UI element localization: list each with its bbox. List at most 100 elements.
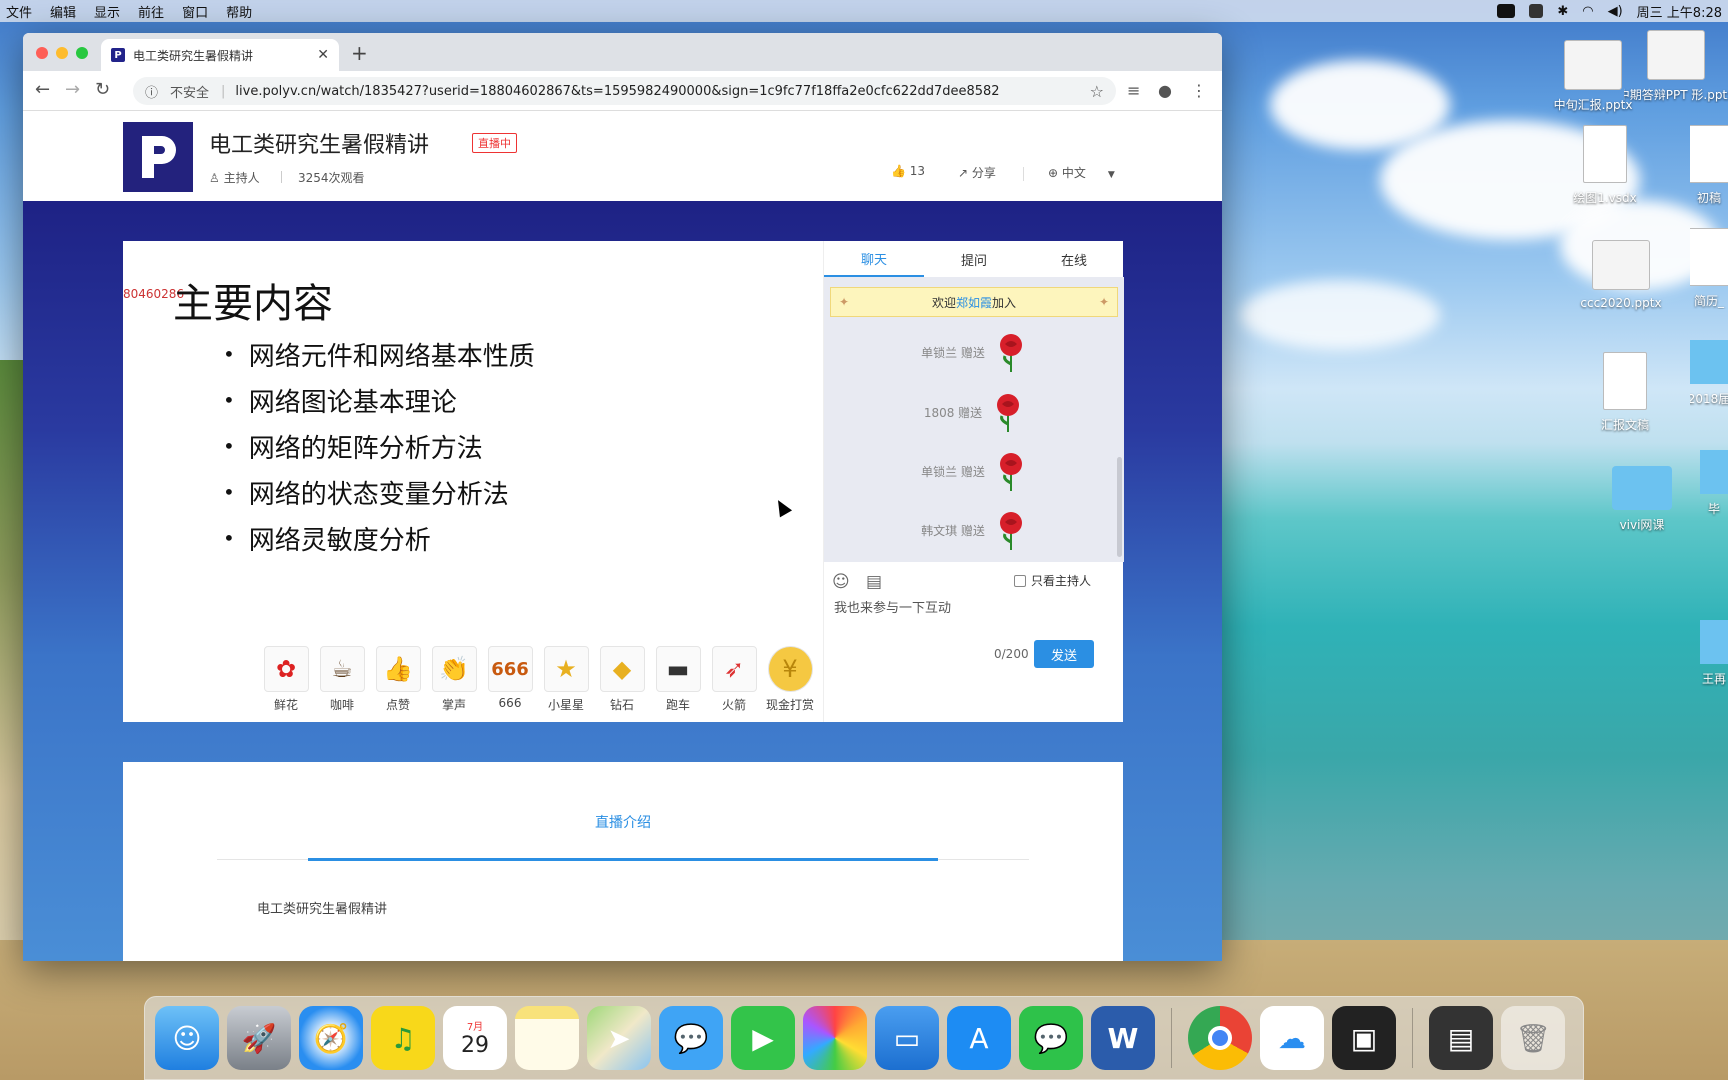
- polyv-favicon-icon: P: [111, 48, 125, 62]
- like-count: 13: [909, 164, 926, 178]
- trash-icon[interactable]: 🗑: [1501, 1006, 1565, 1070]
- launchpad-icon[interactable]: 🚀: [227, 1006, 291, 1070]
- desktop-file[interactable]: 绘图1.vsdx: [1550, 125, 1660, 206]
- menu-help[interactable]: 帮助: [226, 2, 252, 21]
- gift-thumbs[interactable]: 👍 点赞: [375, 646, 421, 713]
- maps-icon[interactable]: ➤: [587, 1006, 651, 1070]
- thumbs-up-icon: 👍: [375, 646, 421, 692]
- gift-label: 现金打赏: [766, 698, 815, 712]
- globe-icon: ⊕: [1048, 166, 1062, 180]
- notes-icon[interactable]: ▤: [866, 572, 882, 592]
- send-button[interactable]: 发送: [1034, 640, 1094, 668]
- address-bar[interactable]: ⓘ 不安全 | live.polyv.cn/watch/1835427?user…: [133, 77, 1116, 105]
- input-method-icon[interactable]: [1529, 4, 1544, 18]
- volume-icon[interactable]: ◀): [1608, 4, 1623, 19]
- media-control-icon[interactable]: ≡: [1127, 81, 1140, 100]
- document-icon: [1603, 352, 1647, 410]
- close-tab-icon[interactable]: ✕: [317, 47, 329, 63]
- desktop-file[interactable]: 初稿: [1690, 125, 1728, 206]
- calendar-icon[interactable]: 7月 29: [443, 1006, 507, 1070]
- close-window-button[interactable]: [36, 47, 48, 59]
- welcome-name: 郑如霞: [955, 295, 992, 310]
- tab-questions[interactable]: 提问: [924, 241, 1024, 277]
- clock[interactable]: 周三 上午8:28: [1637, 2, 1722, 21]
- desktop-folder[interactable]: 毕: [1700, 450, 1728, 517]
- wechat-icon[interactable]: 💬: [1019, 1006, 1083, 1070]
- word-icon[interactable]: W: [1091, 1006, 1155, 1070]
- baidu-netdisk-icon[interactable]: ☁: [1260, 1006, 1324, 1070]
- six-six-six-icon: 666: [487, 646, 533, 692]
- gift-coffee[interactable]: ☕ 咖啡: [319, 646, 365, 713]
- desktop-folder[interactable]: 王再: [1700, 620, 1728, 687]
- video-editor-icon[interactable]: ▤: [1429, 1006, 1493, 1070]
- web-page: 电工类研究生暑假精讲 直播中 ♙ 主持人 3254次观看 👍 13 ↗ 分享 ⊕…: [23, 111, 1222, 961]
- forward-icon[interactable]: →: [65, 79, 80, 100]
- keynote-icon[interactable]: ▭: [875, 1006, 939, 1070]
- back-icon[interactable]: ←: [35, 79, 50, 100]
- document-icon: [1690, 125, 1728, 183]
- finder-icon[interactable]: ☺: [155, 1006, 219, 1070]
- gift-star[interactable]: ★ 小星星: [543, 646, 589, 713]
- menu-file[interactable]: 文件: [6, 2, 32, 21]
- gift-label: 咖啡: [329, 698, 354, 712]
- facetime-icon[interactable]: ▶: [731, 1006, 795, 1070]
- gift-cash[interactable]: ¥ 现金打赏: [766, 646, 815, 713]
- desktop-file[interactable]: 汇报文稿: [1570, 352, 1680, 433]
- messages-icon[interactable]: 💬: [659, 1006, 723, 1070]
- desktop-file[interactable]: 2018届: [1690, 340, 1728, 407]
- emoji-icon[interactable]: ☺: [832, 572, 850, 592]
- menu-go[interactable]: 前往: [138, 2, 164, 21]
- language-select[interactable]: ⊕ 中文 ▼: [1048, 164, 1115, 181]
- only-host-toggle[interactable]: 只看主持人: [1014, 572, 1091, 589]
- menu-window[interactable]: 窗口: [182, 2, 208, 21]
- coin-icon: ¥: [767, 646, 813, 692]
- checkbox[interactable]: [1014, 574, 1026, 587]
- gift-diamond[interactable]: ◆ 钻石: [599, 646, 645, 713]
- desktop-folder[interactable]: vivi网课: [1587, 466, 1697, 533]
- tab-chat[interactable]: 聊天: [824, 241, 924, 277]
- gift-clap[interactable]: 👏 掌声: [431, 646, 477, 713]
- menu-view[interactable]: 显示: [94, 2, 120, 21]
- chat-panel: 聊天 提问 在线 ✦ 欢迎 郑如霞 加入 ✦ 单锁兰 赠送 1808 赠送 单锁…: [823, 241, 1124, 722]
- desktop-file[interactable]: ccc2020.pptx: [1566, 240, 1676, 310]
- zoom-window-button[interactable]: [76, 47, 88, 59]
- chrome-icon[interactable]: [1188, 1006, 1252, 1070]
- photos-icon[interactable]: [803, 1006, 867, 1070]
- bluetooth-icon[interactable]: ✱: [1557, 4, 1568, 19]
- more-menu-icon[interactable]: ⋮: [1191, 81, 1207, 100]
- new-tab-icon[interactable]: +: [351, 41, 368, 65]
- chat-scrollbar[interactable]: [1117, 457, 1122, 557]
- gift-rocket[interactable]: ➶ 火箭: [711, 646, 757, 713]
- gift-666[interactable]: 666 666: [487, 646, 533, 713]
- desktop-file[interactable]: 中期答辩PPT 形.pptx: [1624, 30, 1728, 103]
- chat-input[interactable]: 我也来参与一下互动: [834, 597, 951, 616]
- tab-online[interactable]: 在线: [1024, 241, 1124, 277]
- like-button[interactable]: 👍 13: [891, 164, 925, 178]
- app-store-icon[interactable]: A: [947, 1006, 1011, 1070]
- tencent-meeting-icon[interactable]: ▣: [1332, 1006, 1396, 1070]
- desktop-file-label: 中期答辩PPT 形.pptx: [1624, 88, 1728, 102]
- desktop-file[interactable]: 简历_: [1690, 228, 1728, 309]
- safari-icon[interactable]: 🧭: [299, 1006, 363, 1070]
- minimize-window-button[interactable]: [56, 47, 68, 59]
- share-button[interactable]: ↗ 分享: [958, 164, 996, 181]
- chat-message-list[interactable]: ✦ 欢迎 郑如霞 加入 ✦ 单锁兰 赠送 1808 赠送 单锁兰 赠送 韩文琪 …: [824, 277, 1124, 562]
- video-icon[interactable]: [1497, 4, 1516, 18]
- browser-tab[interactable]: P 电工类研究生暑假精讲 ✕: [101, 39, 339, 71]
- wifi-icon[interactable]: ◠: [1582, 4, 1593, 19]
- document-icon: [1690, 228, 1728, 286]
- qq-music-icon[interactable]: ♫: [371, 1006, 435, 1070]
- menu-edit[interactable]: 编辑: [50, 2, 76, 21]
- gift-label: 钻石: [609, 698, 634, 712]
- gift-car[interactable]: ▬ 跑车: [655, 646, 701, 713]
- reload-icon[interactable]: ↻: [95, 79, 110, 100]
- gift-rose[interactable]: ✿ 鲜花: [263, 646, 309, 713]
- profile-icon[interactable]: ●: [1158, 81, 1172, 100]
- slide-viewer[interactable]: 80460286 主要内容 网络元件和网络基本性质 网络图论基本理论 网络的矩阵…: [123, 241, 823, 722]
- info-icon[interactable]: ⓘ: [145, 82, 158, 101]
- tab-intro[interactable]: 直播介绍: [123, 812, 1123, 832]
- notes-icon[interactable]: [515, 1006, 579, 1070]
- clap-icon: 👏: [431, 646, 477, 692]
- bookmark-star-icon[interactable]: ☆: [1090, 82, 1104, 101]
- party-icon: ✦: [1098, 295, 1109, 309]
